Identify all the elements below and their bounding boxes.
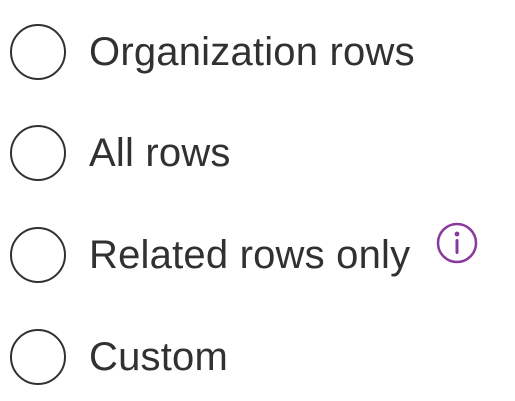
record-scope-radio-group: Organization rows All rows Related rows … xyxy=(0,0,515,401)
radio-button-organization-rows[interactable] xyxy=(10,24,66,80)
radio-label-related-rows-only: Related rows only xyxy=(89,233,411,277)
radio-label-all-rows: All rows xyxy=(89,131,231,175)
radio-button-related-rows-only[interactable] xyxy=(10,227,66,283)
radio-button-custom[interactable] xyxy=(10,329,66,385)
radio-option-all-rows[interactable]: All rows xyxy=(10,123,231,183)
info-icon[interactable] xyxy=(435,221,479,265)
radio-option-related-rows-only[interactable]: Related rows only xyxy=(10,222,479,285)
radio-option-custom[interactable]: Custom xyxy=(10,327,228,387)
radio-label-custom: Custom xyxy=(89,335,229,379)
radio-option-organization-rows[interactable]: Organization rows xyxy=(10,22,415,82)
radio-label-organization-rows: Organization rows xyxy=(89,30,415,74)
radio-button-all-rows[interactable] xyxy=(10,125,66,181)
